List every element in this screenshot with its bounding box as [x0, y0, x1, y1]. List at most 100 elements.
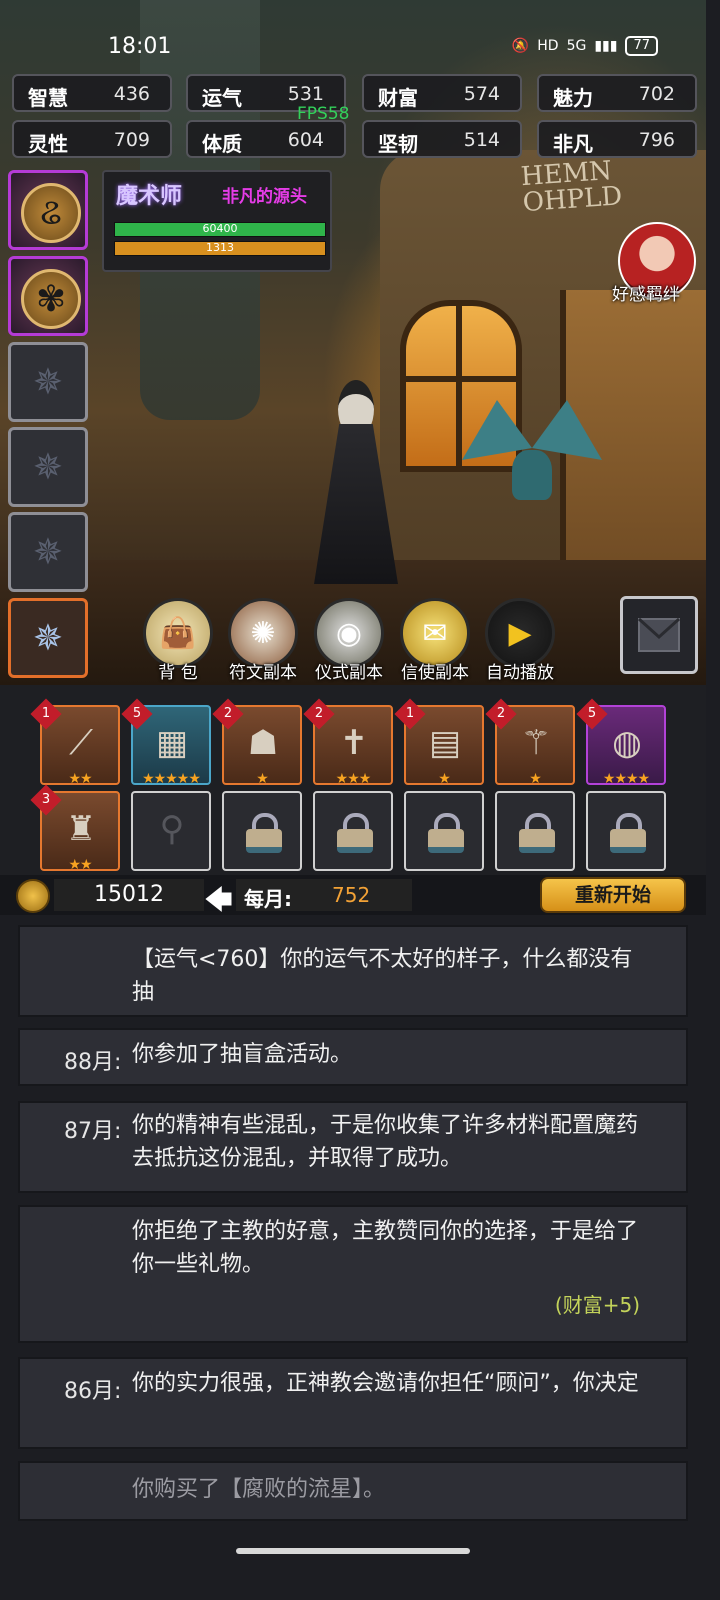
locked-slot[interactable]	[222, 791, 302, 871]
stat-value: 604	[287, 129, 324, 151]
messenger-dungeon-button[interactable]: ✉ 信使副本	[395, 598, 475, 683]
item-count: 5	[587, 706, 597, 721]
stat-label: 智慧	[28, 86, 68, 110]
hd-icon: HD	[537, 38, 559, 54]
item-count: 3	[41, 792, 51, 807]
currency-bar: 15012 🡄 每月: 752 重新开始	[0, 875, 706, 916]
inventory-slot[interactable]: ♜ 3 ★★	[30, 784, 120, 873]
stat-value: 796	[638, 129, 675, 151]
item-stars: ★	[256, 771, 269, 787]
home-indicator[interactable]	[236, 1548, 470, 1554]
stat-wisdom: 智慧 436	[12, 74, 172, 112]
network-icon: 5G	[566, 38, 587, 54]
inventory-slot[interactable]: ▤ 1 ★	[394, 698, 484, 787]
item-count: 5	[132, 706, 142, 721]
inventory-slot[interactable]: ✝ 2 ★★★	[303, 698, 393, 787]
bag-button[interactable]: 👜 背 包	[138, 598, 218, 683]
hp-value: 60400	[202, 222, 238, 235]
armor-icon: ♜	[65, 809, 97, 849]
item-count: 1	[41, 706, 51, 721]
item-count-badge: 5	[121, 698, 153, 730]
clock: 18:01	[108, 34, 172, 59]
mp-bar: 1313	[114, 241, 326, 256]
stat-label: 坚韧	[378, 132, 418, 156]
log-entry: 你购买了【腐败的流星】。	[18, 1461, 688, 1521]
crystal-ball-icon: ◍	[612, 723, 642, 763]
item-stars: ★★	[68, 857, 92, 873]
ability-slot-serpent[interactable]: ଌ	[8, 170, 88, 250]
ritual-dungeon-button[interactable]: ◉ 仪式副本	[309, 598, 389, 683]
monthly-label: 每月:	[244, 887, 292, 911]
inventory-slot[interactable]: ◍ 5 ★★★★	[576, 698, 666, 787]
item-count-badge: 1	[394, 698, 426, 730]
lock-icon	[519, 813, 555, 853]
inventory-slot[interactable]: ⟋ 1 ★★	[30, 698, 120, 787]
ability-slot-empty[interactable]: ✵	[8, 342, 88, 422]
autoplay-button[interactable]: ▶ 自动播放	[480, 598, 560, 683]
character-class: 魔术师	[116, 183, 183, 209]
gold-value: 15012	[54, 879, 204, 911]
event-log[interactable]: 【运气<760】你的运气不太好的样子，什么都没有抽 88月: 你参加了抽盲盒活动…	[0, 915, 706, 1568]
cross-icon: ✝	[339, 723, 369, 763]
item-count: 2	[314, 706, 324, 721]
log-entry: 88月: 你参加了抽盲盒活动。	[18, 1028, 688, 1086]
stat-value: 436	[113, 83, 150, 105]
item-count: 1	[405, 706, 415, 721]
item-count-badge: 1	[30, 698, 62, 730]
rune-dungeon-button[interactable]: ✺ 符文副本	[223, 598, 303, 683]
inventory-slot[interactable]: ☗ 2 ★	[212, 698, 302, 787]
log-text: 你参加了抽盲盒活动。	[132, 1042, 353, 1067]
item-stars: ★	[438, 771, 451, 787]
stat-extraordinary: 非凡 796	[537, 120, 697, 158]
log-text: 你的实力很强，正神教会邀请你担任“顾问”，你决定	[132, 1371, 639, 1396]
inventory-slot[interactable]: ⚚ 2 ★	[485, 698, 575, 787]
serpent-medal-icon: ଌ	[21, 183, 81, 243]
stat-tenacity: 坚韧 514	[362, 120, 522, 158]
stat-value: 531	[287, 83, 324, 105]
log-entry: 86月: 你的实力很强，正神教会邀请你担任“顾问”，你决定	[18, 1357, 688, 1449]
stat-value: 709	[113, 129, 150, 151]
hero-character	[300, 380, 410, 620]
empty-star-slot-icon: ✵	[32, 446, 64, 488]
cane-silhouette-icon: ⚲	[159, 809, 185, 849]
ability-slot-frost[interactable]: ✵	[8, 598, 88, 678]
item-count-badge: 5	[576, 698, 608, 730]
ability-slot-empty[interactable]: ✵	[8, 427, 88, 507]
locked-slot[interactable]	[495, 791, 575, 871]
lock-icon	[610, 813, 646, 853]
locked-slot[interactable]	[586, 791, 666, 871]
dragon-body	[512, 450, 552, 500]
log-text: 你购买了【腐败的流星】。	[132, 1477, 386, 1502]
log-entry: 87月: 你的精神有些混乱，于是你收集了许多材料配置魔药去抵抗这份混乱，并取得了…	[18, 1101, 688, 1193]
item-stars: ★★★★	[602, 771, 650, 787]
stat-spirituality: 灵性 709	[12, 120, 172, 158]
locked-slot[interactable]	[404, 791, 484, 871]
rune-dungeon-label: 符文副本	[229, 663, 297, 683]
ability-slot-empty[interactable]: ✵	[8, 512, 88, 592]
restart-button[interactable]: 重新开始	[540, 877, 686, 913]
stat-label: 魅力	[553, 86, 593, 110]
ability-slot-tree[interactable]: ✾	[8, 256, 88, 336]
shop-sign: HEMN OHPLD	[519, 155, 624, 219]
battery-icon: 77	[625, 36, 658, 56]
mp-value: 1313	[206, 241, 234, 254]
log-month: 87月:	[64, 1119, 122, 1144]
tarot-card-icon: ▦	[155, 723, 189, 763]
mail-button[interactable]	[620, 596, 698, 674]
stat-value: 514	[463, 129, 500, 151]
frost-star-icon: ✵	[32, 617, 64, 659]
scepter-icon: ⚚	[520, 723, 552, 763]
empty-star-slot-icon: ✵	[32, 531, 64, 573]
inventory-slot[interactable]: ⚲	[131, 791, 211, 871]
inventory-slot[interactable]: ▦ 5 ★★★★★	[121, 698, 211, 787]
item-stars: ★★	[68, 771, 92, 787]
stat-charm: 魅力 702	[537, 74, 697, 112]
monthly-income: 每月: 752	[236, 879, 412, 911]
log-month: 88月:	[64, 1050, 122, 1075]
hero-coat	[314, 424, 398, 584]
character-panel: 魔术师 非凡的源头 60400 1313	[102, 170, 332, 272]
locked-slot[interactable]	[313, 791, 393, 871]
fps-counter: FPS58	[297, 104, 350, 124]
tree-medal-icon: ✾	[21, 269, 81, 329]
affection-label[interactable]: 好感羁绊	[612, 280, 680, 305]
